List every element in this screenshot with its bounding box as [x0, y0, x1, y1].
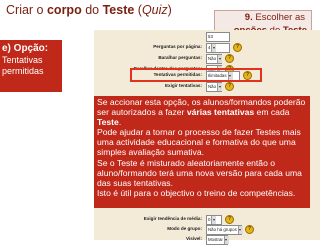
emphasis: várias tentativas [186, 107, 255, 118]
chevron-down-icon [217, 55, 223, 63]
explanation-box: Se accionar esta opção, os alunos/forman… [94, 96, 310, 208]
chevron-down-icon [237, 226, 243, 234]
field-label: Exigir tentativas: [164, 83, 202, 88]
chevron-down-icon [223, 236, 229, 244]
chevron-down-icon [217, 83, 223, 91]
title-bold-corpo: corpo [46, 3, 82, 17]
title-part: ( [134, 3, 142, 17]
option-heading: e) Opção: [2, 43, 49, 54]
step-text: Escolher as [252, 12, 305, 23]
title-part: ) [167, 3, 172, 17]
help-icon[interactable]: ? [225, 82, 234, 91]
attempts-highlight-frame [130, 68, 262, 82]
option-text-1: Tentativas [2, 55, 43, 65]
select-value: 0 [208, 217, 211, 222]
step-line-1: 9. Escolher as [245, 12, 305, 23]
form-row: 53 [94, 32, 320, 43]
chevron-down-icon [211, 216, 217, 224]
select-value: Não há grupos [208, 227, 237, 232]
first-field-select[interactable]: 53 [206, 32, 230, 42]
title-part: do [81, 3, 103, 17]
visible-select[interactable]: Mostrar [206, 235, 229, 245]
grade-method-select[interactable]: 0 [206, 215, 222, 225]
field-label: Perguntas por página: [153, 44, 202, 49]
explanation-paragraph-1: Se accionar esta opção, os alunos/forman… [97, 97, 307, 127]
option-label-box: e) Opção: Tentativas permitidas [0, 40, 62, 92]
questions-per-page-select[interactable]: 4 [206, 43, 230, 53]
text: em cada [254, 107, 290, 118]
group-mode-select[interactable]: Não há grupos [206, 225, 243, 235]
emphasis: Teste [97, 117, 119, 128]
form-row: Visível: Mostrar [94, 235, 320, 246]
help-icon[interactable]: ? [245, 225, 254, 234]
explanation-paragraph-4: Isto é útil para o objectivo o treino de… [97, 187, 296, 198]
require-attempts-select[interactable]: Não [206, 82, 223, 92]
form-row: Baralhar perguntas: Não ? [94, 54, 320, 65]
select-value: 4 [208, 45, 211, 50]
field-label: Visível: [185, 236, 202, 241]
select-value: Não [208, 84, 217, 89]
title-italic-quiz: Quiz [141, 3, 168, 17]
select-value: 53 [208, 34, 213, 39]
help-icon[interactable]: ? [233, 43, 242, 52]
slide-title: Criar o corpo do Teste (Quiz) [6, 3, 172, 17]
text: . [118, 117, 122, 128]
help-icon[interactable]: ? [225, 54, 234, 63]
form-row: Perguntas por página: 4 ? [94, 43, 320, 54]
shuffle-questions-select[interactable]: Não [206, 54, 223, 64]
field-label: Exigir tendência de média: [143, 216, 202, 221]
select-value: Não [208, 56, 217, 61]
form-row: Exigir tentativas: Não ? [94, 82, 320, 93]
chevron-down-icon [211, 44, 217, 52]
option-text-2: permitidas [2, 66, 44, 76]
field-label: Modo de grupo: [167, 226, 202, 231]
field-label: Baralhar perguntas: [158, 55, 202, 60]
explanation-paragraph-2: Pode ajudar a tornar o processo de fazer… [97, 127, 301, 158]
step-number: 9. [244, 12, 253, 23]
explanation-paragraph-3: Se o Teste é misturado aleatoriamente en… [97, 157, 302, 188]
title-bold-teste: Teste [102, 3, 135, 17]
title-part: Criar o [6, 3, 47, 17]
help-icon[interactable]: ? [225, 215, 234, 224]
